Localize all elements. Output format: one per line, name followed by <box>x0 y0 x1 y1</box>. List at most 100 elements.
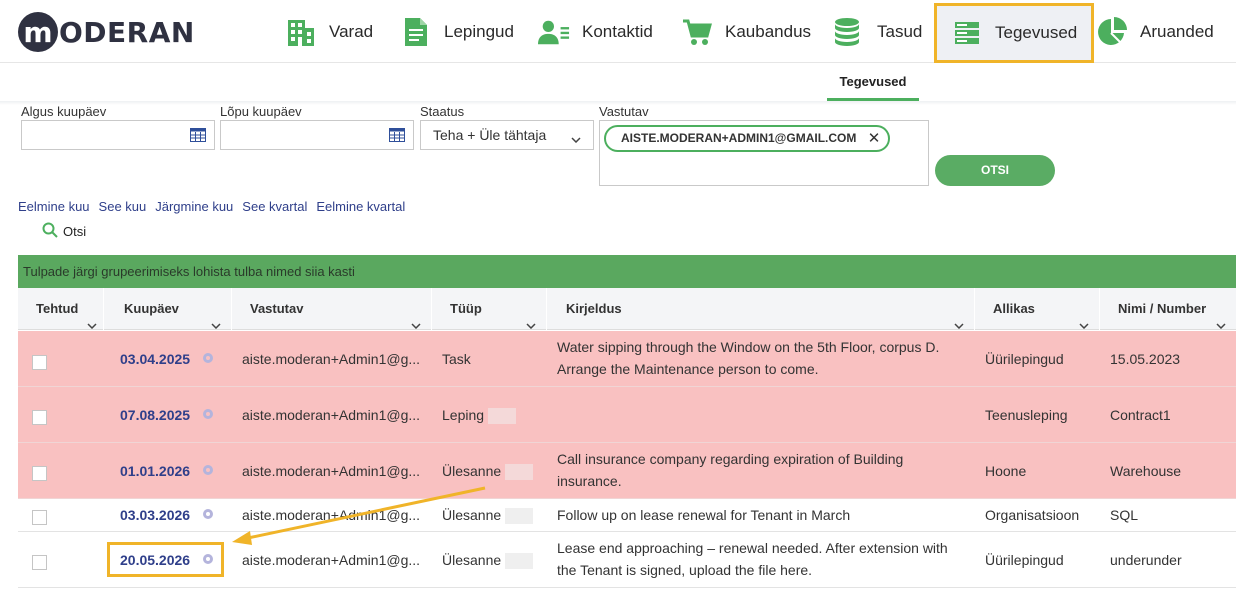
status-select[interactable]: Teha + Üle tähtaja <box>420 120 594 150</box>
nav-label: Aruanded <box>1140 21 1214 41</box>
done-checkbox[interactable] <box>32 510 47 525</box>
search-link[interactable]: Otsi <box>42 222 86 241</box>
table-row[interactable]: 01.01.2026 aiste.moderan+Admin1@g... Üle… <box>18 443 1236 499</box>
column-header-kirjeldus[interactable]: Kirjeldus <box>547 288 975 330</box>
logo-mark: m <box>18 12 58 52</box>
nav-kaubandus[interactable]: Kaubandus <box>681 0 811 63</box>
nav-aruanded[interactable]: Aruanded <box>1096 0 1214 63</box>
nav-label: Tasud <box>877 21 923 41</box>
row-source: Organisatsioon <box>985 507 1080 523</box>
logo-text: ODERAN <box>59 15 195 49</box>
pie-chart-icon <box>1096 16 1128 48</box>
done-checkbox[interactable] <box>32 355 47 370</box>
link-next-month[interactable]: Järgmine kuu <box>155 199 233 214</box>
nav-tasud[interactable]: Tasud <box>833 0 922 63</box>
row-assignee: aiste.moderan+Admin1@g... <box>242 463 421 479</box>
group-drop-area[interactable]: Tulpade järgi grupeerimiseks lohista tul… <box>18 255 1236 288</box>
assignee-multiselect[interactable]: AISTE.MODERAN+ADMIN1@GMAIL.COM ✕ <box>599 120 929 186</box>
gear-icon[interactable] <box>201 507 215 526</box>
status-value: Teha + Üle tähtaja <box>433 127 547 143</box>
column-header-tehtud[interactable]: Tehtud <box>18 288 104 330</box>
row-type: Leping <box>442 407 517 425</box>
link-previous-month[interactable]: Eelmine kuu <box>18 199 90 214</box>
row-description: Follow up on lease renewal for Tenant in… <box>557 507 851 523</box>
tab-tegevused[interactable]: Tegevused <box>827 64 919 101</box>
highlight-box <box>107 542 224 577</box>
row-assignee: aiste.moderan+Admin1@g... <box>242 507 421 523</box>
column-title: Kuupäev <box>124 301 179 316</box>
table-row[interactable]: 07.08.2025 aiste.moderan+Admin1@g... Lep… <box>18 387 1236 443</box>
done-checkbox[interactable] <box>32 410 47 425</box>
cart-icon <box>681 16 713 48</box>
row-type: Ülesanne <box>442 463 534 481</box>
done-checkbox[interactable] <box>32 466 47 481</box>
search-icon <box>42 222 58 241</box>
row-description: Call insurance company regarding expirat… <box>557 451 904 489</box>
row-name-number: Contract1 <box>1110 407 1171 423</box>
top-navigation: m ODERAN Varad Lepingud Kontaktid Kauban… <box>0 0 1236 63</box>
gear-icon[interactable] <box>201 407 215 426</box>
search-link-label: Otsi <box>63 224 87 239</box>
server-icon <box>951 17 983 49</box>
end-date-input[interactable] <box>220 120 414 150</box>
status-label: Staatus <box>420 104 465 119</box>
column-title: Nimi / Number <box>1118 301 1207 316</box>
table-row[interactable]: 03.03.2026 aiste.moderan+Admin1@g... Üle… <box>18 499 1236 532</box>
redacted-area <box>505 553 534 570</box>
start-date-label: Algus kuupäev <box>21 104 107 119</box>
table-header: Tehtud Kuupäev Vastutav Tüüp Kirjeldus A… <box>18 288 1236 330</box>
link-this-month[interactable]: See kuu <box>99 199 147 214</box>
gear-icon[interactable] <box>201 351 215 370</box>
column-header-tyyp[interactable]: Tüüp <box>432 288 547 330</box>
row-date-link[interactable]: 03.04.2025 <box>120 351 190 367</box>
row-date-link[interactable]: 03.03.2026 <box>120 507 190 523</box>
redacted-area <box>505 508 534 525</box>
link-previous-quarter[interactable]: Eelmine kvartal <box>316 199 405 214</box>
row-description: Lease end approaching – renewal needed. … <box>557 540 948 578</box>
nav-label: Kontaktid <box>582 21 653 41</box>
search-button[interactable]: OTSI <box>935 155 1055 186</box>
row-source: Teenusleping <box>985 407 1068 423</box>
row-source: Üürilepingud <box>985 351 1064 367</box>
done-checkbox[interactable] <box>32 555 47 570</box>
nav-label: Varad <box>329 21 374 41</box>
row-assignee: aiste.moderan+Admin1@g... <box>242 351 421 367</box>
contacts-icon <box>538 16 570 48</box>
row-name-number: underunder <box>1110 552 1182 568</box>
row-source: Üürilepingud <box>985 552 1064 568</box>
column-header-kuupaev[interactable]: Kuupäev <box>104 288 232 330</box>
calendar-icon[interactable] <box>190 128 206 147</box>
moderan-logo[interactable]: m ODERAN <box>18 10 195 54</box>
column-title: Vastutav <box>250 301 304 316</box>
row-assignee: aiste.moderan+Admin1@g... <box>242 407 421 423</box>
row-type: Ülesanne <box>442 552 534 570</box>
nav-kontaktid[interactable]: Kontaktid <box>538 0 653 63</box>
link-this-quarter[interactable]: See kvartal <box>242 199 307 214</box>
row-type: Task <box>442 351 471 367</box>
row-date-link[interactable]: 07.08.2025 <box>120 407 190 423</box>
nav-label: Kaubandus <box>725 21 812 41</box>
row-type: Ülesanne <box>442 507 534 525</box>
column-header-allikas[interactable]: Allikas <box>975 288 1100 330</box>
redacted-area <box>488 408 517 425</box>
column-header-vastutav[interactable]: Vastutav <box>232 288 432 330</box>
building-icon <box>285 16 317 48</box>
row-date-link[interactable]: 01.01.2026 <box>120 463 190 479</box>
row-assignee: aiste.moderan+Admin1@g... <box>242 552 421 568</box>
calendar-icon[interactable] <box>389 128 405 147</box>
nav-lepingud[interactable]: Lepingud <box>400 0 514 63</box>
gear-icon[interactable] <box>201 463 215 482</box>
nav-tegevused[interactable]: Tegevused <box>934 3 1095 63</box>
nav-varad[interactable]: Varad <box>285 0 373 63</box>
assignee-label: Vastutav <box>599 104 649 119</box>
chip-label: AISTE.MODERAN+ADMIN1@GMAIL.COM <box>621 131 857 145</box>
column-title: Kirjeldus <box>566 301 622 316</box>
start-date-input[interactable] <box>21 120 215 150</box>
assignee-chip[interactable]: AISTE.MODERAN+ADMIN1@GMAIL.COM ✕ <box>604 125 891 152</box>
close-icon[interactable]: ✕ <box>868 127 881 150</box>
column-title: Allikas <box>993 301 1035 316</box>
column-header-nimi-number[interactable]: Nimi / Number <box>1100 288 1236 330</box>
table-row[interactable]: 03.04.2025 aiste.moderan+Admin1@g... Tas… <box>18 331 1236 387</box>
nav-label: Lepingud <box>444 21 514 41</box>
quick-date-links: Eelmine kuu See kuu Järgmine kuu See kvarta… <box>18 199 414 214</box>
